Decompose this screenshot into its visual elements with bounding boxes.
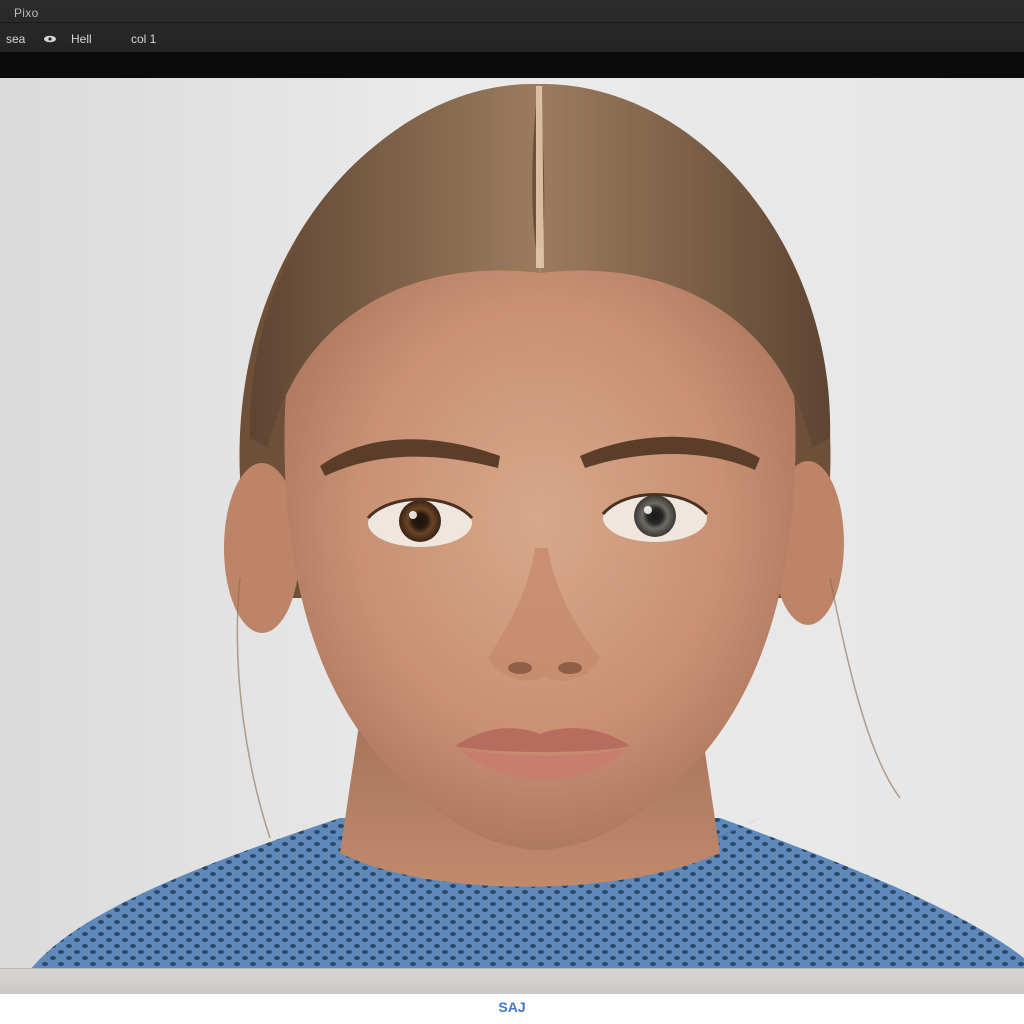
portrait-photo xyxy=(30,84,1024,970)
footer: SAJ xyxy=(0,994,1024,1024)
status-bar xyxy=(0,968,1024,995)
tool-item-2[interactable]: Hell xyxy=(71,32,92,46)
app-toolbar: Pixo sea Hell col 1 xyxy=(0,0,1024,58)
tool-item-1[interactable]: sea xyxy=(6,32,25,46)
eye-icon[interactable] xyxy=(43,35,57,43)
app-title: Pixo xyxy=(14,6,39,20)
footer-label[interactable]: SAJ xyxy=(0,999,1024,1015)
tool-item-3[interactable]: col 1 xyxy=(131,32,156,46)
image-canvas[interactable] xyxy=(0,78,1024,970)
toolbar-divider xyxy=(0,52,1024,80)
tool-row: sea Hell col 1 xyxy=(0,22,1024,55)
